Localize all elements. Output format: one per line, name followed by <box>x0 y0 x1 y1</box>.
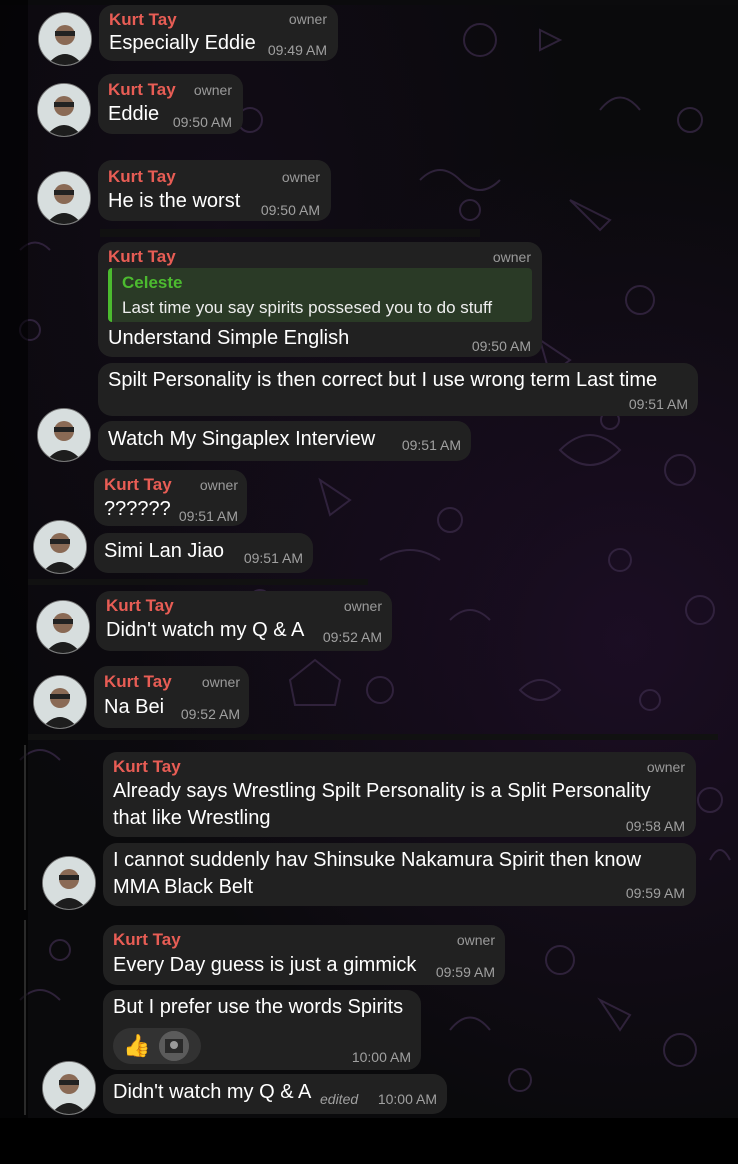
message-time: 09:51 AM <box>401 437 461 453</box>
message-text: ?????? <box>104 498 171 520</box>
reply-text: Last time you say spirits possesed you t… <box>122 298 493 317</box>
sender-name[interactable]: Kurt Tay <box>106 596 174 616</box>
sender-name[interactable]: Kurt Tay <box>108 80 176 100</box>
message-bubble[interactable]: Simi Lan Jiao 09:51 AM <box>94 533 313 573</box>
avatar[interactable] <box>37 171 91 225</box>
bottom-area <box>0 1118 738 1164</box>
message-time: 09:51 AM <box>628 396 688 412</box>
sender-name[interactable]: Kurt Tay <box>104 475 172 495</box>
message-bubble[interactable]: Watch My Singaplex Interview 09:51 AM <box>98 421 471 461</box>
reply-sender-name: Celeste <box>122 273 183 292</box>
sender-name[interactable]: Kurt Tay <box>104 672 172 692</box>
message-text: But I prefer use the words Spirits <box>113 996 404 1018</box>
message-bubble[interactable]: Kurt Tay owner Already says Wrestling Sp… <box>103 752 696 837</box>
message-text: Spilt Personality is then correct but I … <box>108 369 658 391</box>
avatar[interactable] <box>38 12 92 66</box>
sender-name[interactable]: Kurt Tay <box>108 247 176 267</box>
message-text: Didn't watch my Q & A <box>106 619 305 641</box>
avatar-photo-icon <box>37 601 89 653</box>
message-text: Simi Lan Jiao <box>104 540 225 562</box>
message-bubble[interactable]: Kurt Tay owner Celeste Last time you say… <box>98 242 542 357</box>
message-time: 09:58 AM <box>625 818 685 834</box>
message-text: Every Day guess is just a gimmick <box>113 954 417 976</box>
avatar-photo-icon <box>34 521 86 573</box>
avatar-photo-icon <box>38 172 90 224</box>
message-text-line2: MMA Black Belt <box>113 876 254 898</box>
avatar-photo-icon <box>43 1062 95 1114</box>
message-text: Watch My Singaplex Interview <box>108 428 376 450</box>
message-time: 09:59 AM <box>625 885 685 901</box>
avatar[interactable] <box>42 1061 96 1115</box>
message-text: Especially Eddie <box>109 32 256 54</box>
message-time: 09:52 AM <box>180 706 240 722</box>
sender-name[interactable]: Kurt Tay <box>113 930 181 950</box>
message-bubble[interactable]: Kurt Tay owner He is the worst 09:50 AM <box>98 160 331 221</box>
message-time: 09:50 AM <box>260 202 320 218</box>
message-text: Understand Simple English <box>108 327 350 349</box>
separator <box>100 229 480 237</box>
role-badge: owner <box>201 674 240 690</box>
role-badge: owner <box>343 598 382 614</box>
message-time: 09:50 AM <box>471 338 531 354</box>
message-text: Na Bei <box>104 696 165 718</box>
message-bubble[interactable]: Spilt Personality is then correct but I … <box>98 363 698 416</box>
avatar[interactable] <box>42 856 96 910</box>
role-badge: owner <box>646 759 685 775</box>
thumbs-up-icon[interactable]: 👍 <box>123 1033 150 1059</box>
message-time: 09:51 AM <box>243 550 303 566</box>
message-bubble[interactable]: Kurt Tay owner Eddie 09:50 AM <box>98 74 243 134</box>
message-time: 09:52 AM <box>322 629 382 645</box>
reactions-bar[interactable]: 👍 <box>113 1028 201 1064</box>
avatar-photo-icon <box>34 676 86 728</box>
message-time: 09:50 AM <box>172 114 232 130</box>
separator <box>28 734 718 740</box>
avatar-photo-icon <box>38 84 90 136</box>
message-time: 10:00 AM <box>377 1091 437 1107</box>
message-time: 09:51 AM <box>178 508 238 524</box>
role-badge: owner <box>281 169 320 185</box>
role-badge: owner <box>193 82 232 98</box>
separator <box>28 579 368 585</box>
avatar[interactable] <box>37 408 91 462</box>
thread-line <box>24 745 26 910</box>
sender-name[interactable]: Kurt Tay <box>108 167 176 187</box>
avatar[interactable] <box>37 83 91 137</box>
edited-label: edited <box>320 1091 359 1107</box>
role-badge: owner <box>199 477 238 493</box>
role-badge: owner <box>288 11 327 27</box>
message-time: 09:59 AM <box>435 964 495 980</box>
avatar[interactable] <box>33 520 87 574</box>
avatar-photo-icon <box>38 409 90 461</box>
sender-name[interactable]: Kurt Tay <box>113 757 181 777</box>
message-bubble[interactable]: But I prefer use the words Spirits 👍 10:… <box>103 990 421 1070</box>
avatar-photo-icon <box>43 857 95 909</box>
message-bubble[interactable]: Kurt Tay owner Especially Eddie 09:49 AM <box>99 5 338 61</box>
role-badge: owner <box>492 249 531 265</box>
message-bubble[interactable]: Didn't watch my Q & A edited 10:00 AM <box>103 1074 447 1114</box>
message-bubble[interactable]: Kurt Tay owner Didn't watch my Q & A 09:… <box>96 591 392 651</box>
avatar-photo-icon <box>39 13 91 65</box>
message-text-line2: that like Wrestling <box>113 807 271 829</box>
message-text: Eddie <box>108 103 160 125</box>
message-text: Didn't watch my Q & A <box>113 1081 312 1103</box>
message-time: 10:00 AM <box>351 1049 411 1065</box>
message-bubble[interactable]: Kurt Tay owner ?????? 09:51 AM <box>94 470 247 526</box>
message-bubble[interactable]: Kurt Tay owner Every Day guess is just a… <box>103 925 505 985</box>
avatar[interactable] <box>33 675 87 729</box>
message-bubble[interactable]: Kurt Tay owner Na Bei 09:52 AM <box>94 666 249 728</box>
message-bubble[interactable]: I cannot suddenly hav Shinsuke Nakamura … <box>103 843 696 906</box>
message-text-line1: I cannot suddenly hav Shinsuke Nakamura … <box>113 849 642 871</box>
avatar[interactable] <box>36 600 90 654</box>
sender-name[interactable]: Kurt Tay <box>109 10 177 30</box>
message-time: 09:49 AM <box>267 42 327 58</box>
message-text: He is the worst <box>108 190 241 212</box>
reactor-avatar-icon[interactable] <box>159 1031 189 1061</box>
message-text-line1: Already says Wrestling Spilt Personality… <box>113 780 651 802</box>
role-badge: owner <box>456 932 495 948</box>
reply-quote[interactable]: Celeste Last time you say spirits posses… <box>108 268 532 322</box>
thread-line <box>24 920 26 1115</box>
